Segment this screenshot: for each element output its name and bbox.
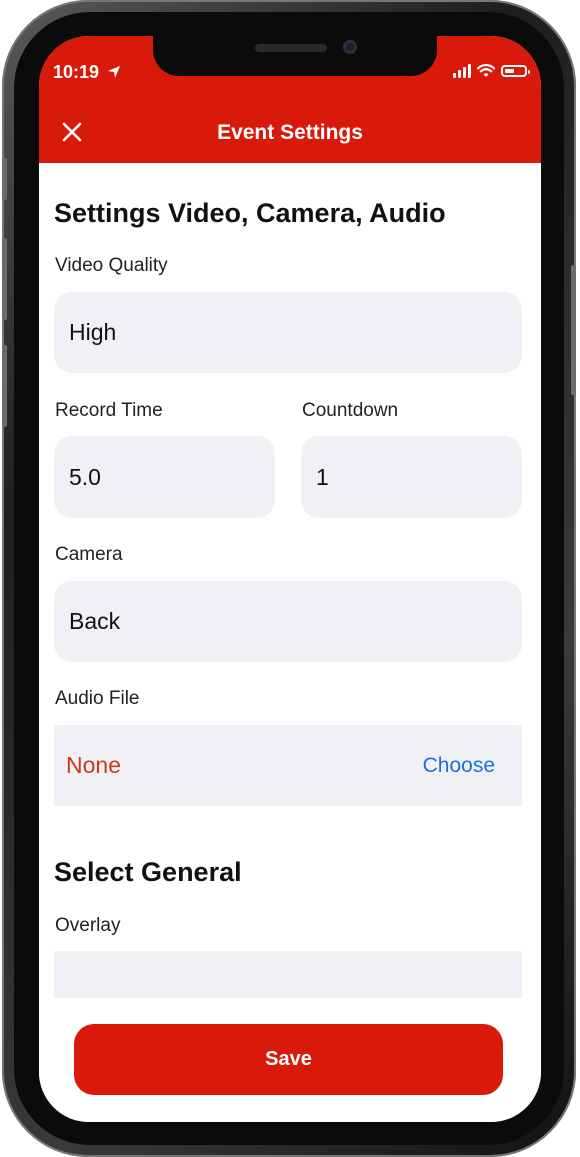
status-time: 10:19 <box>53 62 121 83</box>
camera-label: Camera <box>55 544 123 565</box>
record-time-field[interactable]: 5.0 <box>54 436 275 518</box>
video-quality-field[interactable]: High <box>54 292 522 373</box>
overlay-label: Overlay <box>55 915 121 936</box>
record-time-label: Record Time <box>55 400 163 421</box>
mute-switch <box>2 158 7 200</box>
section-title-general: Select General <box>54 857 242 887</box>
record-time-value: 5.0 <box>69 463 101 490</box>
video-quality-value: High <box>69 319 117 345</box>
volume-down-button <box>2 345 7 427</box>
status-time-text: 10:19 <box>53 62 100 82</box>
audio-file-value: None <box>66 752 121 778</box>
countdown-field[interactable]: 1 <box>301 436 522 518</box>
volume-up-button <box>2 238 7 320</box>
power-button <box>571 265 576 395</box>
app-screen: 10:19 Event Settings Settings Video, Cam… <box>39 36 541 1122</box>
save-button[interactable]: Save <box>74 1024 503 1095</box>
choose-audio-button[interactable]: Choose <box>423 754 495 778</box>
footer-bar: Save <box>39 998 541 1122</box>
page-title: Event Settings <box>217 121 363 144</box>
location-arrow-icon <box>108 66 121 78</box>
notch <box>153 36 437 76</box>
video-quality-label: Video Quality <box>55 255 168 276</box>
cellular-signal-icon <box>453 64 471 78</box>
section-title-video: Settings Video, Camera, Audio <box>54 198 446 228</box>
audio-file-field: None Choose <box>54 725 522 806</box>
wifi-icon <box>477 64 495 77</box>
camera-field[interactable]: Back <box>54 581 522 662</box>
front-camera <box>343 40 357 54</box>
status-icons <box>453 64 530 78</box>
countdown-label: Countdown <box>302 400 399 421</box>
audio-file-label: Audio File <box>55 688 140 709</box>
camera-value: Back <box>69 608 121 634</box>
countdown-value: 1 <box>316 463 329 490</box>
battery-icon <box>501 65 530 77</box>
earpiece-speaker <box>255 44 327 52</box>
